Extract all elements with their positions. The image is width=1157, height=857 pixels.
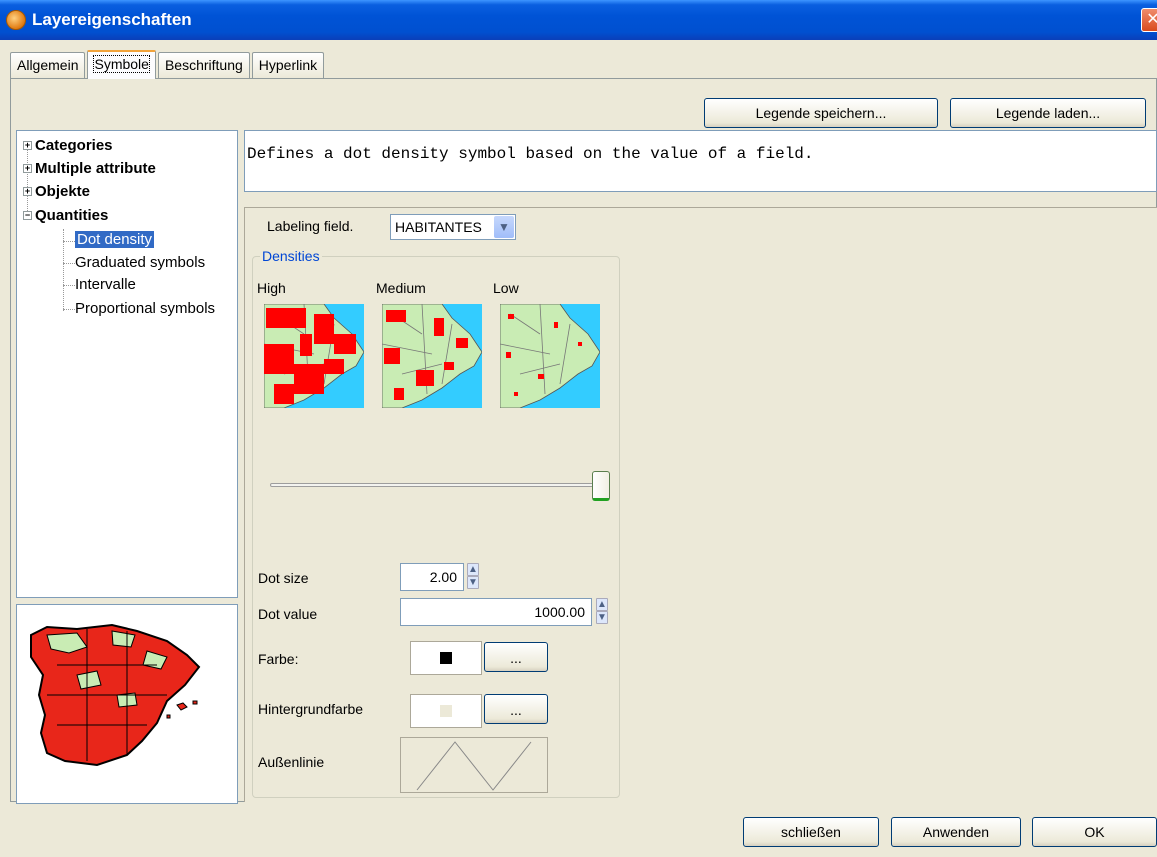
save-legend-button[interactable]: Legende speichern...: [704, 98, 938, 128]
spinner-up-icon[interactable]: ▲: [467, 563, 479, 576]
load-legend-button[interactable]: Legende laden...: [950, 98, 1146, 128]
density-slider-handle[interactable]: [592, 471, 610, 501]
tab-beschriftung[interactable]: Beschriftung: [157, 52, 250, 78]
tree-item-graduated-symbols[interactable]: Graduated symbols: [75, 252, 205, 274]
spinner-up-icon[interactable]: ▲: [596, 598, 608, 611]
color-label: Farbe:: [258, 651, 299, 667]
outline-label: Außenlinie: [258, 754, 325, 770]
background-color-square: [440, 705, 452, 717]
expand-icon[interactable]: +: [23, 187, 32, 196]
tree-item-categories[interactable]: + Categories: [21, 135, 113, 157]
close-window-button[interactable]: ✕: [1141, 8, 1157, 32]
chevron-down-icon[interactable]: ▼: [494, 216, 514, 238]
expand-icon[interactable]: +: [23, 141, 32, 150]
tab-symbole[interactable]: Symbole: [87, 50, 156, 79]
dot-value-label: Dot value: [258, 606, 318, 622]
tree-item-quantities[interactable]: − Quantities: [21, 205, 108, 227]
title-bar: Layereigenschaften ✕: [0, 0, 1157, 40]
dot-size-spinner[interactable]: ▲ ▼: [467, 563, 479, 589]
density-slider-track[interactable]: [270, 483, 600, 487]
density-medium-label: Medium: [376, 280, 426, 296]
ok-button[interactable]: OK: [1032, 817, 1157, 847]
dot-value-field[interactable]: 1000.00: [400, 598, 592, 626]
tree-item-multiple-attribute[interactable]: + Multiple attribute: [21, 158, 156, 180]
density-high-thumbnail: [264, 304, 364, 408]
symbology-tree: + Categories + Multiple attribute + Obje…: [16, 130, 238, 598]
outline-symbol-button[interactable]: [400, 737, 548, 793]
dot-size-label: Dot size: [258, 570, 309, 586]
density-high-label: High: [257, 280, 286, 296]
spinner-down-icon[interactable]: ▼: [467, 576, 479, 589]
density-low-label: Low: [493, 280, 519, 296]
density-low-thumbnail: [500, 304, 600, 408]
dot-color-swatch: [410, 641, 482, 675]
tab-allgemein[interactable]: Allgemein: [10, 52, 86, 78]
background-color-label: Hintergrundfarbe: [258, 701, 364, 717]
app-icon: [6, 10, 26, 30]
collapse-icon[interactable]: −: [23, 211, 32, 220]
tree-item-proportional-symbols[interactable]: Proportional symbols: [75, 298, 215, 320]
tree-item-intervalle[interactable]: Intervalle: [75, 274, 136, 296]
spain-map-preview: [30, 623, 201, 767]
expand-icon[interactable]: +: [23, 164, 32, 173]
labeling-field-select[interactable]: HABITANTES ▼: [390, 214, 516, 240]
tree-item-objekte[interactable]: + Objekte: [21, 181, 90, 203]
tab-hyperlink[interactable]: Hyperlink: [251, 52, 325, 78]
dot-color-square: [440, 652, 452, 664]
window-title: Layereigenschaften: [32, 10, 192, 29]
outline-line-icon: [416, 741, 532, 791]
choose-color-button[interactable]: ...: [484, 642, 548, 672]
densities-group-title: Densities: [260, 248, 322, 264]
tree-item-dot-density[interactable]: Dot density: [75, 229, 155, 251]
background-color-swatch: [410, 694, 482, 728]
symbol-preview: [16, 604, 238, 804]
spinner-down-icon[interactable]: ▼: [596, 611, 608, 624]
dot-size-field[interactable]: 2.00: [400, 563, 464, 591]
density-medium-thumbnail: [382, 304, 482, 408]
tab-strip: Allgemein Symbole Beschriftung Hyperlink: [10, 50, 326, 79]
dot-value-spinner[interactable]: ▲ ▼: [596, 598, 608, 624]
choose-background-color-button[interactable]: ...: [484, 694, 548, 724]
apply-button[interactable]: Anwenden: [891, 817, 1021, 847]
labeling-field-label: Labeling field.: [267, 218, 354, 234]
close-button[interactable]: schließen: [743, 817, 879, 847]
symbol-description: Defines a dot density symbol based on th…: [244, 130, 1157, 192]
